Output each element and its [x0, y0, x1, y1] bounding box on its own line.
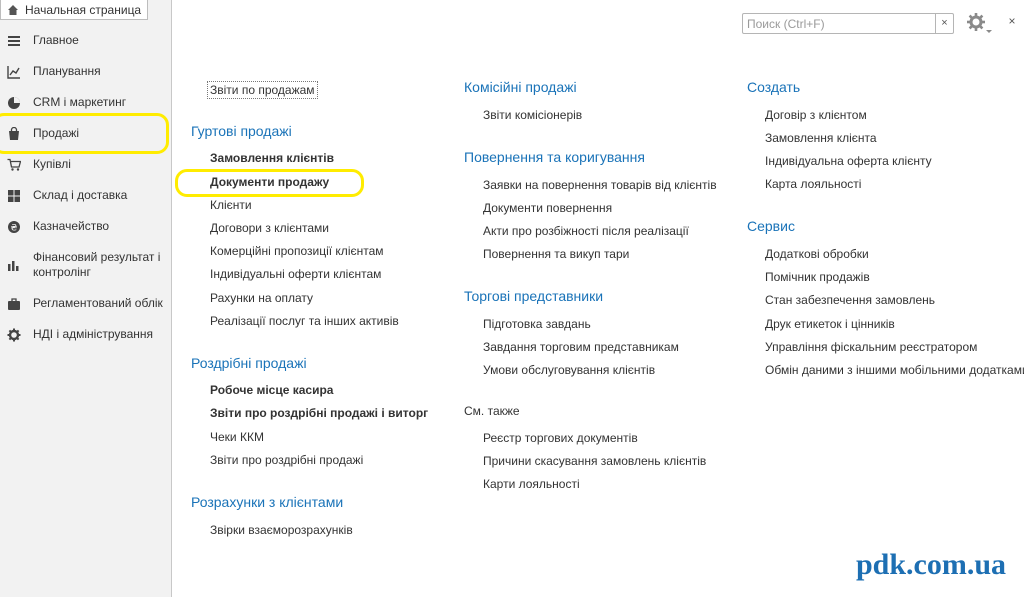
sections-sidebar: Начальная страница Главное Планування CR…: [0, 0, 172, 597]
link-cancel-reasons[interactable]: Причини скасування замовлень клієнтів: [483, 454, 706, 468]
home-tab-label: Начальная страница: [25, 2, 142, 17]
sidebar-item-planning[interactable]: Планування: [0, 64, 172, 79]
link-sales-documents[interactable]: Документи продажу: [210, 175, 329, 189]
link-mobile-exchange[interactable]: Обмін даними з іншими мобільними додатка…: [765, 363, 1024, 377]
group-title-see-also: См. также: [464, 404, 520, 418]
sidebar-item-purchases[interactable]: Купівлі: [0, 157, 172, 172]
link-sales-assistant[interactable]: Помічник продажів: [765, 270, 870, 284]
sidebar-item-label: Продажі: [33, 126, 80, 140]
sidebar-item-crm[interactable]: CRM і маркетинг: [0, 95, 172, 110]
group-title-returns: Повернення та коригування: [464, 149, 645, 165]
link-return-documents[interactable]: Документи повернення: [483, 201, 612, 215]
pie-chart-icon: [8, 97, 20, 109]
briefcase-icon: [8, 298, 20, 310]
sidebar-item-label: Планування: [33, 64, 101, 78]
bar-chart-icon: [8, 261, 19, 271]
group-title-commission: Комісійні продажі: [464, 79, 577, 95]
sidebar-item-label: НДІ і адміністрування: [33, 327, 154, 341]
svg-text:₴: ₴: [11, 224, 18, 234]
link-retail-revenue-reports[interactable]: Звіти про роздрібні продажі і виторг: [210, 406, 428, 420]
group-title-retail: Роздрібні продажі: [191, 355, 307, 371]
menu-icon: [8, 36, 20, 46]
link-loyalty-cards[interactable]: Карти лояльності: [483, 477, 580, 491]
shopping-bag-icon: [9, 127, 19, 140]
sidebar-item-treasury[interactable]: ₴ Казначейство: [0, 219, 172, 234]
link-clients[interactable]: Клієнти: [210, 198, 252, 212]
link-retail-reports[interactable]: Звіти про роздрібні продажі: [210, 453, 363, 467]
home-page-tab[interactable]: Начальная страница: [0, 0, 148, 20]
home-icon: [8, 4, 18, 15]
link-commercial-offers[interactable]: Комерційні пропозиції клієнтам: [210, 244, 384, 258]
cart-icon: [7, 158, 21, 171]
gear-icon: [7, 328, 21, 342]
sidebar-item-sales[interactable]: Продажі: [0, 126, 172, 141]
sidebar-item-label: Регламентований облік: [33, 296, 163, 310]
link-create-order[interactable]: Замовлення клієнта: [765, 131, 877, 145]
group-title-settlements: Розрахунки з клієнтами: [191, 494, 344, 510]
link-service-sales[interactable]: Реалізації послуг та інших активів: [210, 314, 399, 328]
link-print-labels[interactable]: Друк етикеток і цінників: [765, 317, 895, 331]
link-invoices[interactable]: Рахунки на оплату: [210, 291, 313, 305]
sidebar-item-main[interactable]: Главное: [0, 33, 172, 48]
search-box: ×: [742, 13, 954, 34]
sidebar-item-label: Казначейство: [33, 219, 110, 233]
search-clear-button[interactable]: ×: [935, 14, 953, 33]
link-agent-tasks[interactable]: Завдання торговим представникам: [483, 340, 679, 354]
link-individual-offers[interactable]: Індивідуальні оферти клієнтам: [210, 267, 381, 281]
link-order-provision-status[interactable]: Стан забезпечення замовлень: [765, 293, 935, 307]
sidebar-item-label: Купівлі: [33, 157, 71, 171]
link-cash-receipts[interactable]: Чеки ККМ: [210, 430, 264, 444]
link-discrepancy-acts[interactable]: Акти про розбіжності після реалізації: [483, 224, 689, 238]
sidebar-item-financial-result[interactable]: Фінансовий результат і контролінг: [0, 250, 172, 280]
grid-icon: [8, 190, 20, 202]
link-customer-orders[interactable]: Замовлення клієнтів: [210, 151, 334, 165]
link-container-returns[interactable]: Повернення та викуп тари: [483, 247, 629, 261]
link-trade-docs-register[interactable]: Реєстр торгових документів: [483, 431, 638, 445]
sidebar-item-regulated-accounting[interactable]: Регламентований облік: [0, 296, 172, 311]
sidebar-item-label: CRM і маркетинг: [33, 95, 127, 109]
group-title-service: Сервис: [747, 218, 795, 234]
close-button[interactable]: ×: [1006, 14, 1018, 30]
link-sales-reports[interactable]: Звіти по продажам: [207, 81, 318, 99]
coin-icon: ₴: [8, 221, 20, 234]
link-reconciliations[interactable]: Звірки взаєморозрахунків: [210, 523, 353, 537]
group-title-agents: Торгові представники: [464, 288, 604, 304]
link-task-preparation[interactable]: Підготовка завдань: [483, 317, 591, 331]
group-title-create: Создать: [747, 79, 801, 95]
group-title-wholesale: Гуртові продажі: [191, 123, 292, 139]
link-service-terms[interactable]: Умови обслуговування клієнтів: [483, 363, 655, 377]
link-cashier-workplace[interactable]: Робоче місце касира: [210, 383, 333, 397]
sidebar-item-label: Склад і доставка: [33, 188, 128, 202]
link-commissioner-reports[interactable]: Звіти комісіонерів: [483, 108, 582, 122]
link-return-requests[interactable]: Заявки на повернення товарів від клієнті…: [483, 178, 717, 192]
link-create-offer[interactable]: Індивідуальна оферта клієнту: [765, 154, 932, 168]
sidebar-item-admin[interactable]: НДІ і адміністрування: [0, 327, 172, 342]
sidebar-item-label: Фінансовий результат і контролінг: [33, 250, 161, 279]
link-fiscal-register[interactable]: Управління фіскальним реєстратором: [765, 340, 977, 354]
search-input[interactable]: [743, 14, 935, 33]
link-client-contracts[interactable]: Договори з клієнтами: [210, 221, 329, 235]
watermark: pdk.com.ua: [856, 548, 1007, 581]
link-create-contract[interactable]: Договір з клієнтом: [765, 108, 867, 122]
link-create-loyalty-card[interactable]: Карта лояльності: [765, 177, 861, 191]
sidebar-item-label: Главное: [33, 33, 79, 47]
chart-line-icon: [7, 66, 20, 79]
link-additional-processing[interactable]: Додаткові обробки: [765, 247, 869, 261]
settings-gear-icon[interactable]: [966, 12, 992, 34]
sidebar-item-warehouse[interactable]: Склад і доставка: [0, 188, 172, 203]
